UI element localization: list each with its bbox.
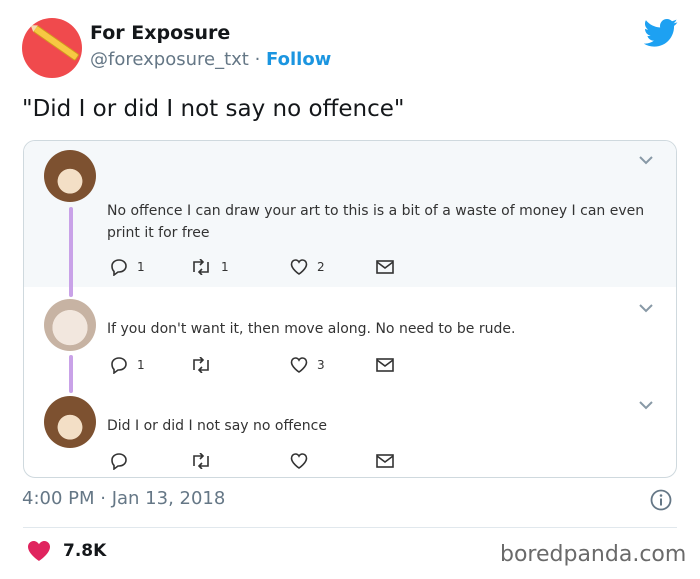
twitter-bird-icon[interactable] bbox=[644, 18, 678, 48]
thread-connector-line bbox=[69, 207, 73, 297]
like-button[interactable]: 3 bbox=[290, 356, 325, 374]
reply-icon bbox=[111, 453, 127, 470]
heart-filled-icon bbox=[28, 541, 50, 561]
retweet-button[interactable] bbox=[190, 356, 221, 374]
author-avatar[interactable] bbox=[22, 18, 82, 78]
author-handle-line: @forexposure_txt · Follow bbox=[90, 49, 331, 70]
watermark: boredpanda.com bbox=[500, 542, 687, 567]
reply-button[interactable]: 1 bbox=[110, 356, 145, 374]
chevron-down-icon[interactable] bbox=[638, 303, 654, 313]
chevron-down-icon[interactable] bbox=[638, 400, 654, 410]
envelope-icon bbox=[376, 260, 394, 274]
retweet-button[interactable] bbox=[190, 452, 221, 470]
reply-avatar[interactable] bbox=[44, 150, 96, 202]
reply-icon bbox=[111, 357, 127, 374]
reply-button[interactable]: 1 bbox=[110, 258, 145, 276]
retweet-icon bbox=[193, 453, 209, 469]
direct-message-button[interactable] bbox=[376, 452, 394, 470]
like-count[interactable]: 7.8K bbox=[27, 540, 106, 562]
thread-connector-line bbox=[69, 355, 73, 393]
pencil-icon bbox=[32, 24, 80, 62]
heart-outline-icon bbox=[290, 453, 308, 469]
like-button[interactable] bbox=[290, 452, 317, 470]
tweet-header: For Exposure @forexposure_txt · Follow bbox=[22, 18, 678, 82]
follow-button[interactable]: Follow bbox=[266, 49, 331, 70]
thread-card[interactable]: No offence I can draw your art to this i… bbox=[23, 140, 677, 478]
retweet-button[interactable]: 1 bbox=[190, 258, 229, 276]
reply-icon bbox=[111, 259, 127, 276]
heart-outline-icon bbox=[290, 259, 308, 275]
reply-text: Did I or did I not say no offence bbox=[107, 418, 327, 434]
retweet-icon bbox=[193, 259, 209, 275]
direct-message-button[interactable] bbox=[376, 356, 394, 374]
like-button[interactable]: 2 bbox=[290, 258, 325, 276]
chevron-down-icon[interactable] bbox=[638, 155, 654, 165]
envelope-icon bbox=[376, 358, 394, 372]
reply-text: No offence I can draw your art to this i… bbox=[107, 203, 645, 241]
direct-message-button[interactable] bbox=[376, 258, 394, 276]
retweet-icon bbox=[193, 357, 209, 373]
tweet-text: "Did I or did I not say no offence" bbox=[22, 96, 405, 122]
author-handle[interactable]: @forexposure_txt bbox=[90, 49, 249, 70]
reply-avatar[interactable] bbox=[44, 396, 96, 448]
handle-separator: · bbox=[254, 49, 261, 70]
divider bbox=[23, 527, 677, 528]
heart-outline-icon bbox=[290, 357, 308, 373]
info-icon[interactable] bbox=[650, 489, 672, 511]
reply-text: If you don't want it, then move along. N… bbox=[107, 321, 516, 337]
tweet-timestamp[interactable]: 4:00 PM · Jan 13, 2018 bbox=[22, 488, 225, 509]
envelope-icon bbox=[376, 454, 394, 468]
author-name[interactable]: For Exposure bbox=[90, 22, 230, 44]
like-count-value: 7.8K bbox=[63, 541, 107, 561]
reply-avatar[interactable] bbox=[44, 299, 96, 351]
reply-button[interactable] bbox=[110, 452, 137, 470]
